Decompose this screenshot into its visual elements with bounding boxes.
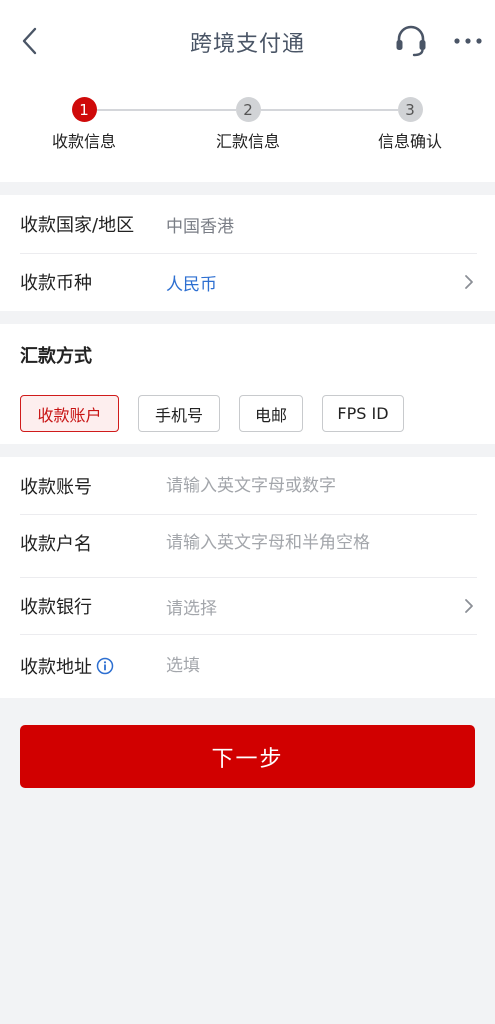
divider <box>20 634 477 635</box>
chevron-right-icon <box>461 596 477 616</box>
bank-select[interactable]: 请选择 <box>166 594 461 619</box>
payee-region-section: 收款国家/地区 中国香港 收款币种 人民币 <box>0 195 495 311</box>
remit-method-title: 汇款方式 <box>20 346 92 367</box>
country-value: 中国香港 <box>166 216 234 237</box>
account-number-input[interactable] <box>166 476 477 496</box>
currency-label: 收款币种 <box>20 273 92 294</box>
address-input[interactable] <box>166 656 477 676</box>
step-number: 1 <box>71 97 97 122</box>
progress-steps: 1 收款信息 2 汇款信息 3 信息确认 <box>0 82 495 182</box>
currency-value[interactable]: 人民币 <box>166 270 461 295</box>
method-option-email[interactable]: 电邮 <box>239 395 303 432</box>
step-number: 2 <box>235 97 261 122</box>
remit-method-options: 收款账户 手机号 电邮 FPS ID <box>20 395 423 432</box>
step-label: 收款信息 <box>51 132 116 151</box>
account-form-section: 收款账号 收款户名 收款银行 请选择 收款地址 <box>0 457 495 698</box>
method-option-account[interactable]: 收款账户 <box>20 395 119 432</box>
remit-method-section: 汇款方式 收款账户 手机号 电邮 FPS ID <box>0 324 495 444</box>
account-name-input[interactable] <box>166 533 477 553</box>
step-label: 信息确认 <box>377 132 442 151</box>
account-name-row: 收款户名 <box>20 514 477 572</box>
next-step-button[interactable]: 下一步 <box>20 725 475 788</box>
country-label: 收款国家/地区 <box>20 215 135 236</box>
address-label: 收款地址 <box>20 657 92 678</box>
account-name-label: 收款户名 <box>20 534 92 555</box>
step-1: 1 收款信息 <box>24 97 144 152</box>
country-row: 收款国家/地区 中国香港 <box>20 195 477 253</box>
nav-bar: 跨境支付通 <box>0 0 495 82</box>
step-3: 3 信息确认 <box>350 97 470 152</box>
account-number-label: 收款账号 <box>20 477 92 498</box>
step-2: 2 汇款信息 <box>188 97 308 152</box>
headset-icon <box>396 25 426 57</box>
address-row: 收款地址 <box>20 637 477 695</box>
step-number: 3 <box>397 97 423 122</box>
more-button[interactable] <box>450 28 486 54</box>
info-icon[interactable] <box>96 657 114 675</box>
step-label: 汇款信息 <box>215 132 280 151</box>
chevron-right-icon <box>461 272 477 292</box>
currency-row[interactable]: 收款币种 人民币 <box>20 253 477 311</box>
more-horizontal-icon <box>454 38 482 44</box>
method-option-fps-id[interactable]: FPS ID <box>322 395 404 432</box>
customer-service-button[interactable] <box>392 22 430 60</box>
bank-row[interactable]: 收款银行 请选择 <box>20 577 477 635</box>
account-number-row: 收款账号 <box>20 457 477 515</box>
method-option-phone[interactable]: 手机号 <box>138 395 220 432</box>
address-label-wrap: 收款地址 <box>20 653 166 679</box>
bank-label: 收款银行 <box>20 597 92 618</box>
